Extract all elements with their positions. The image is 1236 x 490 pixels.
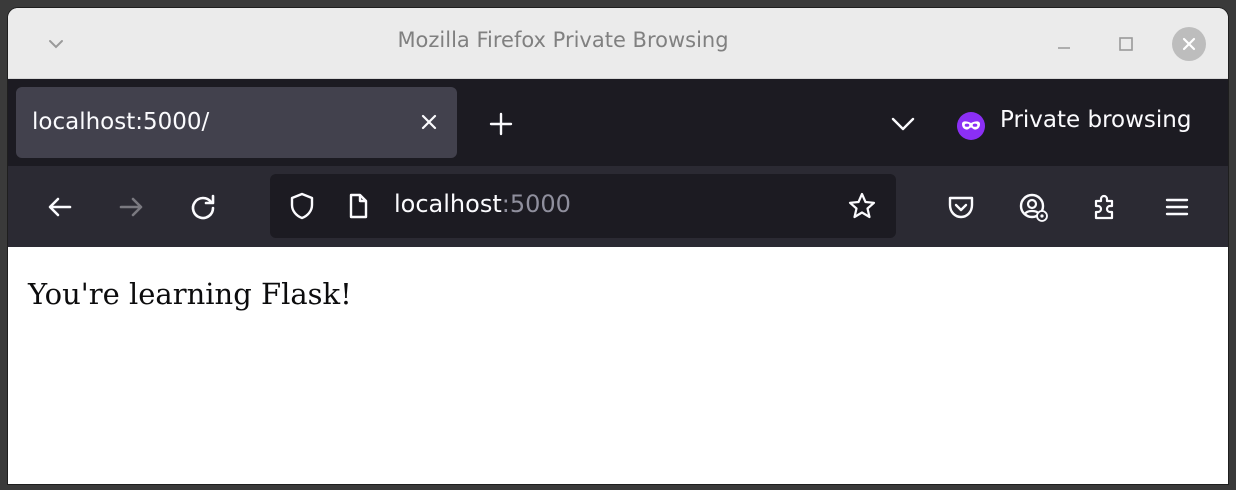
extensions-button[interactable]: [1088, 190, 1122, 224]
menu-icon: [1165, 198, 1189, 216]
private-mask-icon: [956, 111, 986, 141]
forward-button[interactable]: [114, 190, 148, 224]
maximize-button[interactable]: [1108, 26, 1144, 62]
tab-strip: localhost:5000/ Private browsing: [8, 79, 1228, 166]
tab-close-icon: [421, 114, 437, 130]
back-button[interactable]: [43, 190, 77, 224]
title-bar: Mozilla Firefox Private Browsing: [8, 8, 1228, 79]
app-menu-button[interactable]: [1160, 190, 1194, 224]
new-tab-button[interactable]: [486, 109, 516, 139]
back-arrow-icon: [48, 197, 72, 217]
plus-icon: [489, 112, 513, 136]
extensions-icon: [1094, 194, 1114, 220]
minimize-button[interactable]: [1046, 26, 1082, 62]
navigation-toolbar: localhost:5000: [8, 166, 1228, 247]
window-title: Mozilla Firefox Private Browsing: [397, 28, 729, 52]
url-text[interactable]: localhost:5000: [394, 190, 571, 218]
account-button[interactable]: [1016, 190, 1050, 224]
list-all-tabs-icon: [891, 117, 915, 131]
page-content: You're learning Flask!: [8, 247, 1228, 484]
url-port: :5000: [501, 190, 571, 218]
shield-icon[interactable]: [286, 190, 318, 222]
close-window-button[interactable]: [1171, 26, 1207, 62]
close-icon: [1182, 37, 1196, 51]
minimize-icon: [1058, 47, 1070, 49]
page-text: You're learning Flask!: [28, 277, 352, 311]
reload-button[interactable]: [186, 190, 220, 224]
list-all-tabs-button[interactable]: [888, 109, 918, 139]
url-bar[interactable]: localhost:5000: [270, 174, 896, 238]
maximize-icon: [1119, 37, 1133, 51]
tab-close-button[interactable]: [416, 109, 442, 135]
browser-window: Mozilla Firefox Private Browsing localho…: [8, 8, 1228, 484]
account-icon: [1019, 193, 1048, 222]
page-icon[interactable]: [342, 190, 374, 222]
reload-icon: [191, 194, 215, 220]
private-browsing-label: Private browsing: [1000, 107, 1192, 133]
tab-localhost[interactable]: localhost:5000/: [16, 87, 457, 158]
pocket-icon: [948, 196, 974, 219]
forward-arrow-icon: [119, 197, 143, 217]
tab-title: localhost:5000/: [32, 109, 210, 135]
url-host: localhost: [394, 190, 502, 218]
star-icon[interactable]: [846, 190, 878, 222]
pocket-button[interactable]: [944, 190, 978, 224]
